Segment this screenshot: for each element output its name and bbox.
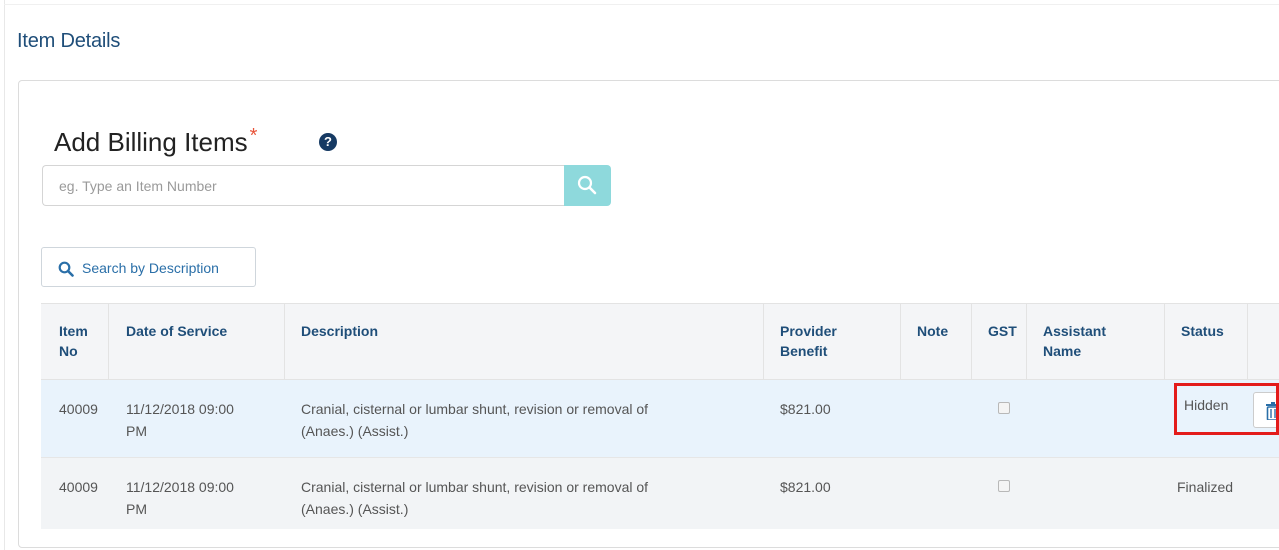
column-divider — [900, 304, 901, 381]
add-billing-title-text: Add Billing Items — [54, 127, 248, 157]
cell-date-of-service: 11/12/2018 09:00 PM — [126, 401, 234, 439]
status-highlight-annotation — [1174, 383, 1279, 435]
table-header: Item No Date of Service Description Prov… — [41, 303, 1279, 381]
gst-checkbox[interactable] — [998, 402, 1010, 414]
header-note[interactable]: Note — [917, 321, 948, 341]
cell-item-no: 40009 — [59, 401, 98, 417]
column-divider — [1247, 304, 1248, 381]
cell-date-of-service: 11/12/2018 09:00 PM — [126, 479, 234, 517]
page-edge-top — [4, 4, 1279, 5]
header-description[interactable]: Description — [301, 321, 378, 341]
billing-items-table: Item No Date of Service Description Prov… — [41, 303, 1279, 529]
search-icon — [58, 261, 74, 277]
header-provider-benefit[interactable]: Provider Benefit — [780, 321, 837, 361]
header-date-of-service[interactable]: Date of Service — [126, 321, 227, 341]
page-edge — [4, 0, 5, 550]
header-item-no[interactable]: Item No — [59, 321, 88, 361]
cell-description: Cranial, cisternal or lumbar shunt, revi… — [301, 479, 649, 517]
cell-provider-benefit: $821.00 — [780, 479, 831, 495]
required-asterisk: * — [249, 125, 258, 147]
column-divider — [971, 304, 972, 381]
item-number-search-input[interactable] — [42, 165, 565, 206]
question-circle-icon[interactable]: ? — [319, 133, 337, 151]
header-status[interactable]: Status — [1181, 321, 1224, 341]
column-divider — [763, 304, 764, 381]
header-gst[interactable]: GST — [988, 321, 1017, 341]
cell-provider-benefit: $821.00 — [780, 401, 831, 417]
search-by-description-button[interactable]: Search by Description — [41, 247, 256, 287]
search-by-description-label: Search by Description — [82, 260, 219, 276]
cell-description: Cranial, cisternal or lumbar shunt, revi… — [301, 401, 649, 439]
table-row[interactable]: 40009 11/12/2018 09:00 PM Cranial, ciste… — [41, 380, 1279, 458]
search-icon — [577, 175, 597, 195]
section-title: Item Details — [17, 30, 121, 52]
column-divider — [108, 304, 109, 381]
table-row[interactable]: 40009 11/12/2018 09:00 PM Cranial, ciste… — [41, 458, 1279, 529]
add-billing-title: Add Billing Items * — [54, 125, 258, 158]
cell-status: Finalized — [1177, 479, 1234, 495]
item-search-button[interactable] — [564, 165, 611, 206]
column-divider — [1164, 304, 1165, 381]
gst-checkbox[interactable] — [998, 480, 1010, 492]
column-divider — [1026, 304, 1027, 381]
column-divider — [284, 304, 285, 381]
header-assistant-name[interactable]: Assistant Name — [1043, 321, 1106, 361]
cell-item-no: 40009 — [59, 479, 98, 495]
